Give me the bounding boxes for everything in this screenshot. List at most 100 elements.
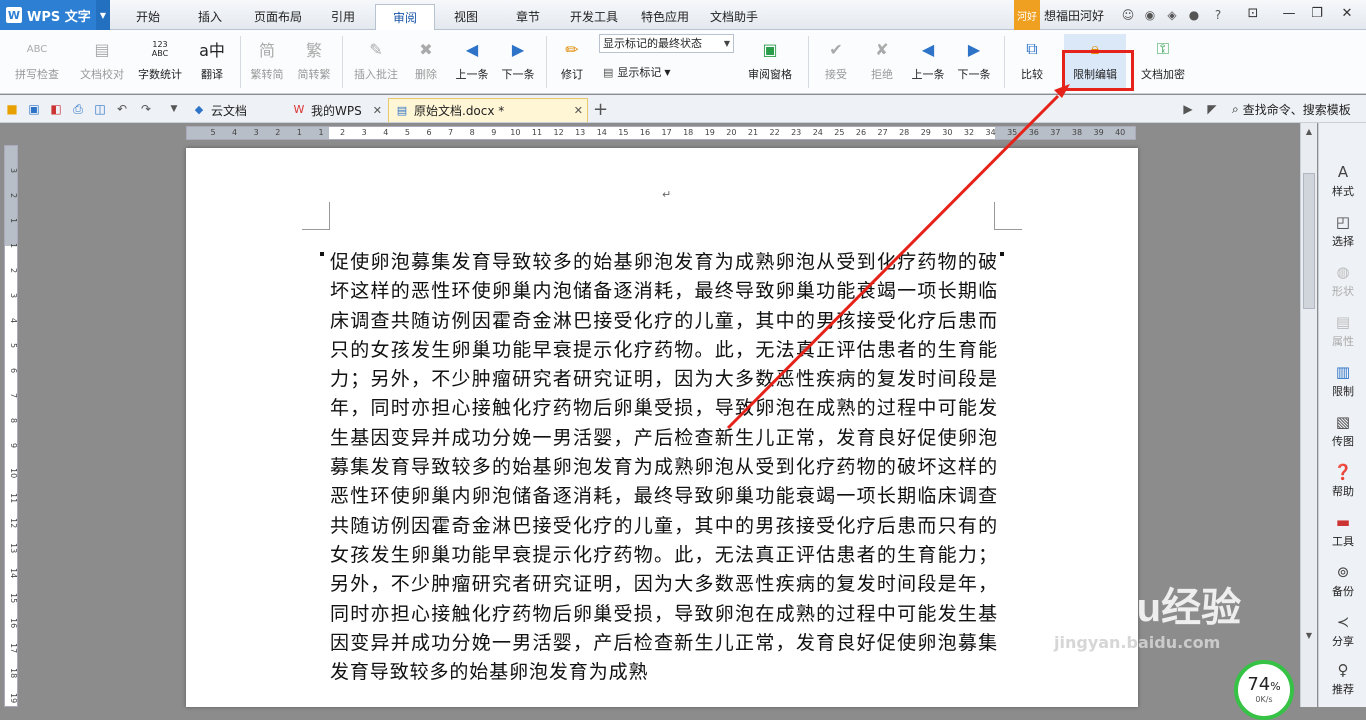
tab-references[interactable]: 引用 [320,4,366,30]
panel-upload-image-button[interactable]: ▧ 传图 [1319,413,1366,449]
word-count-label: 字数统计 [138,68,182,81]
compare-button[interactable]: ⧉ 比较 [1010,34,1054,90]
panel-properties-button[interactable]: ▤ 属性 [1319,313,1366,349]
delete-comment-button[interactable]: ✖ 删除 [406,34,446,90]
restore-layout-icon[interactable]: ⊡ [1240,3,1266,25]
close-icon[interactable]: ✕ [574,104,583,117]
panel-help-button[interactable]: ❓ 帮助 [1319,463,1366,499]
ruler-mark: 18 [683,128,694,137]
prev-change-button[interactable]: ◀ 上一条 [906,34,950,90]
reject-button[interactable]: ✘ 拒绝 [862,34,902,90]
ribbon-separator [546,36,547,88]
tab-label: 原始文档.docx * [414,104,505,118]
ruler-mark: 16 [639,128,651,137]
next-change-button[interactable]: ▶ 下一条 [952,34,996,90]
chevron-down-icon[interactable]: ▼ [96,0,110,30]
close-button[interactable]: ✕ [1334,3,1360,25]
spellcheck-button[interactable]: ABC 拼写检查 [8,34,66,90]
panel-share-button[interactable]: ≺ 分享 [1319,613,1366,649]
panel-label: 工具 [1332,535,1354,548]
ruler-mark: 32 [963,128,975,137]
ruler-mark: 29 [920,128,931,137]
word-count-button[interactable]: 123 ABC 字数统计 [134,34,186,90]
tab-home[interactable]: 开始 [125,4,171,30]
tab-cloud-docs[interactable]: ◆ 云文档 [186,98,284,122]
close-icon[interactable]: ✕ [373,104,382,117]
share-icon[interactable]: ● [1186,7,1202,23]
crop-mark-left [302,202,330,230]
user-name[interactable]: 想福田河好 [1044,7,1104,24]
to-simplified-button[interactable]: 简 繁转简 [246,34,288,90]
tab-developer[interactable]: 开发工具 [562,4,626,30]
horizontal-ruler[interactable]: 5 4 3 2 1 1 2 3 4 5 6 7 8 9 10 11 12 13 14 15 16 17 18 19 20 21 22… [186,126,1136,140]
next-comment-button[interactable]: ▶ 下一条 [498,34,538,90]
panel-style-button[interactable]: A 样式 [1319,163,1366,199]
skin-icon[interactable]: ☺ [1120,7,1136,23]
undo-icon[interactable]: ↶ [114,101,130,117]
settings-icon[interactable]: ◉ [1142,7,1158,23]
accept-button[interactable]: ✔ 接受 [816,34,856,90]
tab-label: 云文档 [211,103,248,118]
search-command[interactable]: ⌕ 查找命令、搜索模板 [1232,101,1351,118]
maximize-button[interactable]: ❐ [1304,3,1330,25]
panel-restrict-button[interactable]: ▥ 限制 [1319,363,1366,399]
minimize-button[interactable]: — [1276,3,1302,25]
help-icon[interactable]: ? [1210,7,1226,23]
user-area[interactable]: 河好 想福田河好 [1014,0,1104,30]
panel-backup-button[interactable]: ⊚ 备份 [1319,563,1366,599]
prev-comment-button[interactable]: ◀ 上一条 [452,34,492,90]
open-folder-icon[interactable]: ■ [4,101,20,117]
vertical-scrollbar[interactable]: ▲ ▼ [1300,123,1317,707]
document-page[interactable]: ↵ 促使卵泡募集发育导致较多的始基卵泡发育为成熟卵泡从受到化疗药物的破坏这样的恶… [186,148,1138,707]
simplified-icon: 简 [258,41,275,60]
scroll-down-icon[interactable]: ▼ [1301,631,1317,640]
translate-button[interactable]: a中 翻译 [192,34,232,90]
tab-my-wps[interactable]: W 我的WPS ✕ [286,98,386,122]
export-pdf-icon[interactable]: ◧ [48,101,64,117]
tab-features[interactable]: 特色应用 [636,4,694,30]
panel-select-button[interactable]: ◰ 选择 [1319,213,1366,249]
scrollbar-thumb[interactable] [1303,173,1315,309]
translate-label: 翻译 [201,68,223,81]
print-icon[interactable]: ⎙ [70,101,86,117]
show-marks-button[interactable]: ▤ 显示标记 ▼ [603,64,671,80]
tab-review[interactable]: 审阅 [375,4,435,30]
insert-comment-label: 插入批注 [354,68,398,81]
revise-button[interactable]: ✏ 修订 [552,34,592,90]
paragraph-mark: ↵ [662,188,672,201]
app-menu-button[interactable]: W WPS 文字 ▼ [0,0,110,30]
save-icon[interactable]: ▣ [26,101,42,117]
redo-icon[interactable]: ↷ [138,101,154,117]
help-icon: ❓ [1333,463,1353,481]
panel-tools-button[interactable]: ▬ 工具 [1319,513,1366,549]
doc-proof-button[interactable]: ▤ 文档校对 [76,34,128,90]
scroll-up-icon[interactable]: ▲ [1301,127,1317,136]
print-preview-icon[interactable]: ◫ [92,101,108,117]
panel-shape-button[interactable]: ◍ 形状 [1319,263,1366,299]
tab-insert[interactable]: 插入 [187,4,233,30]
doc-encrypt-button[interactable]: ⚿ 文档加密 [1134,34,1192,90]
reject-label: 拒绝 [871,68,893,81]
panel-label: 传图 [1332,435,1354,448]
tab-chapter[interactable]: 章节 [505,4,551,30]
play-icon[interactable]: ▶ [1180,101,1196,117]
panel-label: 选择 [1332,235,1354,248]
document-body-text[interactable]: 促使卵泡募集发育导致较多的始基卵泡发育为成熟卵泡从受到化疗药物的破坏这样的恶性环… [330,248,998,707]
tab-original-doc[interactable]: ▤ 原始文档.docx * ✕ [388,98,588,122]
ruler-mark: 11 [9,493,18,504]
insert-comment-button[interactable]: ✎ 插入批注 [350,34,402,90]
tab-page-layout[interactable]: 页面布局 [248,4,308,30]
tab-doc-assistant[interactable]: 文档助手 [704,4,764,30]
to-traditional-button[interactable]: 繁 简转繁 [292,34,336,90]
vertical-ruler[interactable]: 3 2 1 1 2 3 4 5 6 7 8 9 10 11 12 13 14 15 16 17 18 19 [4,145,18,707]
pin-icon[interactable]: ◤ [1204,101,1220,117]
review-pane-button[interactable]: ▣ 审阅窗格 [740,34,800,90]
panel-recommend-button[interactable]: ♀ 推荐 [1319,661,1366,697]
tab-view[interactable]: 视图 [443,4,489,30]
zoom-indicator[interactable]: 74% 0K/s [1234,660,1294,720]
chevron-down-icon[interactable]: ▼ [166,101,182,117]
sync-icon[interactable]: ◈ [1164,7,1180,23]
new-tab-button[interactable]: + [593,99,608,120]
document-icon: ▤ [396,103,408,117]
display-mode-select[interactable]: 显示标记的最终状态 ▼ [599,34,734,53]
